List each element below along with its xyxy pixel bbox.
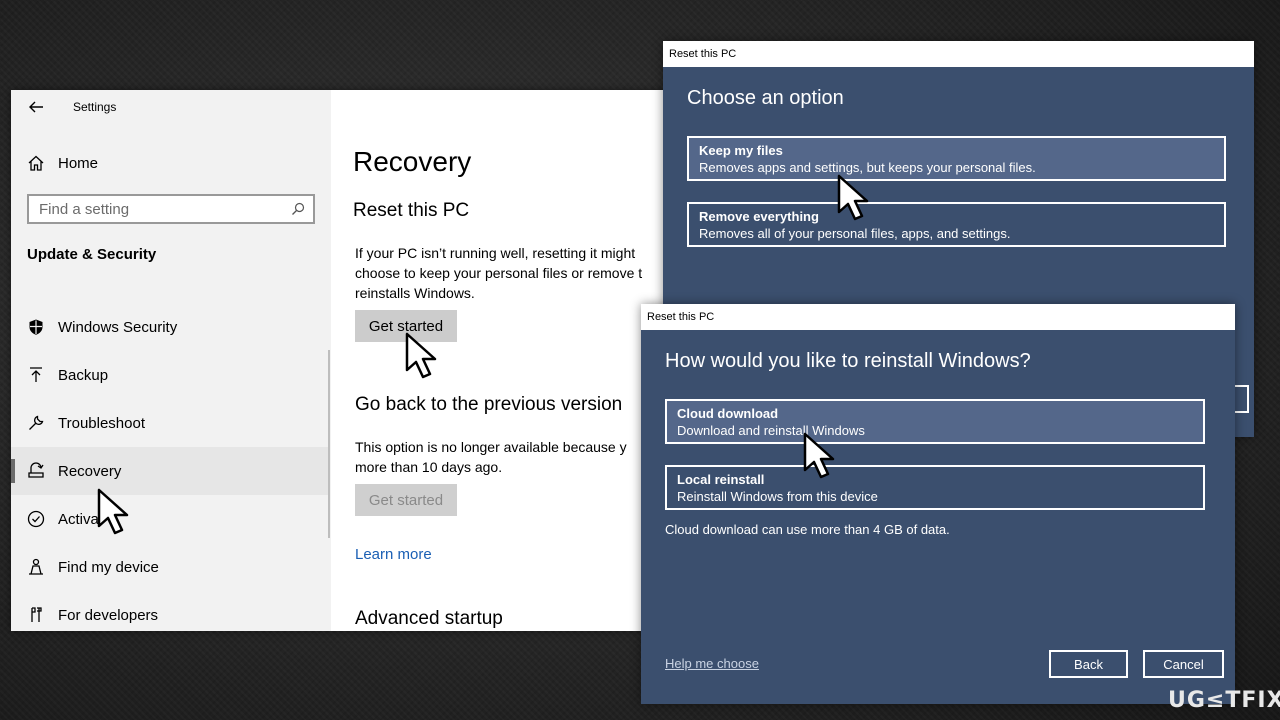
person-locate-icon [27, 558, 45, 576]
dialog-heading: How would you like to reinstall Windows? [665, 350, 1031, 372]
sidebar-item-label: Find my device [58, 558, 159, 576]
search-input[interactable]: Find a setting [27, 194, 315, 224]
learn-more-link[interactable]: Learn more [355, 546, 432, 563]
data-usage-note: Cloud download can use more than 4 GB of… [665, 522, 950, 537]
reset-description-line: choose to keep your personal files or re… [355, 265, 643, 281]
home-icon [28, 155, 44, 171]
advanced-startup-title: Advanced startup [355, 608, 503, 629]
wrench-icon [27, 414, 45, 432]
remove-everything-option[interactable]: Remove everything Removes all of your pe… [687, 202, 1226, 247]
home-label: Home [58, 154, 99, 172]
option-title: Local reinstall [677, 472, 765, 487]
go-back-get-started-button[interactable]: Get started [355, 484, 457, 516]
keep-my-files-option[interactable]: Keep my files Removes apps and settings,… [687, 136, 1226, 181]
section-title: Update & Security [27, 246, 157, 263]
recovery-icon [27, 462, 45, 480]
cancel-button[interactable]: Cancel [1143, 650, 1224, 678]
sidebar-item-for-developers[interactable]: For developers [11, 591, 328, 631]
reset-get-started-button[interactable]: Get started [355, 310, 457, 342]
dialog-titlebar: Reset this PC [663, 41, 1254, 67]
reset-description-line: reinstalls Windows. [355, 285, 475, 301]
sidebar-item-label: Windows Security [58, 318, 178, 336]
sidebar-item-label: Troubleshoot [58, 414, 145, 432]
option-title: Keep my files [699, 143, 783, 158]
option-title: Remove everything [699, 209, 819, 224]
settings-window: Settings Home Find a setting Update & Se… [11, 90, 671, 631]
go-back-description-line: This option is no longer available becau… [355, 439, 627, 455]
sidebar-item-activation[interactable]: Activa [11, 495, 328, 543]
sidebar-scrollbar[interactable] [328, 350, 330, 538]
developer-tools-icon [27, 606, 45, 624]
window-title: Settings [73, 100, 117, 114]
reset-description-line: If your PC isn’t running well, resetting… [355, 245, 636, 261]
sidebar-item-label: Activa [58, 510, 99, 528]
settings-content: Recovery Reset this PC If your PC isn’t … [353, 90, 671, 631]
option-description: Reinstall Windows from this device [677, 489, 878, 504]
dialog-heading: Choose an option [687, 87, 844, 109]
search-placeholder: Find a setting [39, 201, 130, 218]
help-me-choose-link[interactable]: Help me choose [665, 656, 759, 671]
search-icon [292, 202, 305, 215]
reset-pc-dialog-reinstall: Reset this PC How would you like to rein… [641, 304, 1235, 704]
sidebar-item-label: Backup [58, 366, 109, 384]
page-title: Recovery [353, 146, 472, 177]
settings-sidebar: Settings Home Find a setting Update & Se… [11, 90, 331, 631]
sidebar-item-label: Recovery [58, 462, 122, 480]
dialog-titlebar: Reset this PC [641, 304, 1235, 330]
back-button[interactable]: Back [1049, 650, 1128, 678]
sidebar-item-recovery[interactable]: Recovery [11, 447, 328, 495]
watermark-logo: UG≤TFIX [1168, 688, 1280, 713]
option-title: Cloud download [677, 406, 779, 421]
local-reinstall-option[interactable]: Local reinstall Reinstall Windows from t… [665, 465, 1205, 510]
sidebar-item-label: For developers [58, 606, 159, 624]
go-back-description-line: more than 10 days ago. [355, 459, 503, 475]
check-circle-icon [27, 510, 45, 528]
backup-arrow-icon [27, 366, 45, 384]
cloud-download-option[interactable]: Cloud download Download and reinstall Wi… [665, 399, 1205, 444]
reset-section-title: Reset this PC [353, 200, 470, 221]
sidebar-item-backup[interactable]: Backup [11, 351, 328, 399]
sidebar-item-troubleshoot[interactable]: Troubleshoot [11, 399, 328, 447]
option-description: Removes apps and settings, but keeps you… [699, 160, 1036, 175]
back-arrow-icon[interactable] [27, 98, 45, 116]
nav-home[interactable]: Home [27, 152, 98, 174]
shield-icon [27, 318, 45, 336]
go-back-section-title: Go back to the previous version [355, 394, 623, 415]
option-description: Download and reinstall Windows [677, 423, 865, 438]
sidebar-item-windows-security[interactable]: Windows Security [11, 303, 328, 351]
option-description: Removes all of your personal files, apps… [699, 226, 1011, 241]
sidebar-item-find-my-device[interactable]: Find my device [11, 543, 328, 591]
